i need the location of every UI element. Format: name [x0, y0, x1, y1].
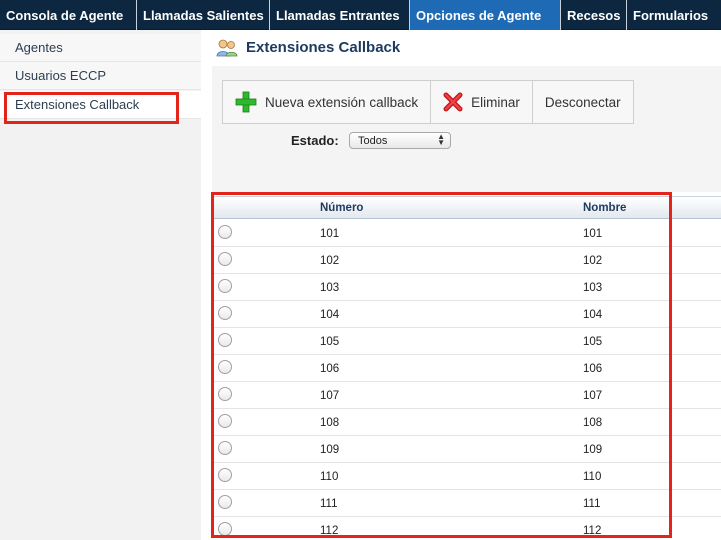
column-header-nombre: Nombre: [583, 202, 627, 214]
cell-nombre: 102: [583, 255, 603, 267]
cell-nombre: 101: [583, 228, 603, 240]
cell-nombre: 108: [583, 417, 603, 429]
disconnect-button[interactable]: Desconectar: [532, 81, 633, 123]
tab-label: Llamadas Entrantes: [276, 7, 400, 23]
row-radio[interactable]: [218, 522, 232, 536]
row-radio[interactable]: [218, 252, 232, 266]
cell-numero: 104: [320, 309, 340, 321]
table-row: 108 108: [212, 409, 721, 436]
cell-nombre: 112: [583, 525, 602, 537]
cell-numero: 105: [320, 336, 340, 348]
cell-numero: 106: [320, 363, 340, 375]
delete-button[interactable]: Eliminar: [431, 81, 533, 123]
cell-numero: 110: [320, 471, 339, 483]
table-header: Número Nombre: [212, 196, 721, 219]
tab-llamadas-salientes[interactable]: Llamadas Salientes: [137, 0, 270, 30]
plus-icon: [235, 91, 257, 113]
toolbar: Nueva extensión callback Eliminar Descon…: [222, 80, 634, 124]
delete-button-label: Eliminar: [471, 94, 520, 110]
cell-nombre: 106: [583, 363, 603, 375]
cell-numero: 109: [320, 444, 340, 456]
users-icon: [216, 39, 238, 57]
cell-numero: 108: [320, 417, 340, 429]
table-row: 112 112: [212, 517, 721, 540]
disconnect-button-label: Desconectar: [544, 94, 621, 110]
row-radio[interactable]: [218, 360, 232, 374]
table-row: 101 101: [212, 220, 721, 247]
tab-formularios[interactable]: Formularios: [627, 0, 721, 30]
table-row: 109 109: [212, 436, 721, 463]
delete-x-icon: [443, 92, 463, 112]
tab-opciones-de-agente[interactable]: Opciones de Agente: [410, 0, 561, 30]
row-radio[interactable]: [218, 387, 232, 401]
column-header-numero: Número: [320, 202, 364, 214]
state-filter-label: Estado:: [291, 133, 339, 148]
state-filter-select[interactable]: Todos ▲ ▼: [349, 132, 451, 149]
row-radio[interactable]: [218, 279, 232, 293]
cell-nombre: 111: [583, 498, 601, 510]
sidebar-item-usuarios-eccp[interactable]: Usuarios ECCP: [0, 62, 201, 90]
row-radio[interactable]: [218, 495, 232, 509]
table-row: 110 110: [212, 463, 721, 490]
cell-nombre: 109: [583, 444, 603, 456]
tab-llamadas-entrantes[interactable]: Llamadas Entrantes: [270, 0, 410, 30]
cell-nombre: 103: [583, 282, 603, 294]
sidebar-item-label: Usuarios ECCP: [15, 68, 107, 83]
cell-nombre: 107: [583, 390, 603, 402]
tab-label: Recesos: [567, 7, 621, 23]
row-radio[interactable]: [218, 333, 232, 347]
sidebar-item-label: Extensiones Callback: [15, 97, 140, 112]
sidebar-item-agentes[interactable]: Agentes: [0, 34, 201, 62]
toolbar-panel: Nueva extensión callback Eliminar Descon…: [212, 66, 721, 200]
cell-numero: 111: [320, 498, 338, 510]
tab-label: Opciones de Agente: [416, 7, 542, 23]
tab-recesos[interactable]: Recesos: [561, 0, 627, 30]
cell-numero: 103: [320, 282, 340, 294]
tab-consola-de-agente[interactable]: Consola de Agente: [0, 0, 137, 30]
cell-numero: 112: [320, 525, 339, 537]
row-radio[interactable]: [218, 441, 232, 455]
table-row: 102 102: [212, 247, 721, 274]
main-content: Extensiones Callback Nueva extensión cal…: [201, 30, 721, 540]
table-row: 111 111: [212, 490, 721, 517]
page-title: Extensiones Callback: [246, 39, 401, 56]
row-radio[interactable]: [218, 225, 232, 239]
row-radio[interactable]: [218, 468, 232, 482]
state-filter-value: Todos: [358, 134, 388, 147]
extensions-table: Número Nombre 101 101 102 102 103 103 104 10…: [212, 192, 721, 540]
sidebar-item-label: Agentes: [15, 40, 63, 55]
cell-numero: 102: [320, 255, 340, 267]
cell-numero: 107: [320, 390, 340, 402]
tab-label: Llamadas Salientes: [143, 7, 264, 23]
table-row: 106 106: [212, 355, 721, 382]
sidebar-item-extensiones-callback[interactable]: Extensiones Callback: [0, 91, 201, 119]
new-callback-extension-button[interactable]: Nueva extensión callback: [223, 81, 432, 123]
select-arrows-icon: ▲ ▼: [437, 132, 445, 147]
row-radio[interactable]: [218, 414, 232, 428]
tab-label: Formularios: [633, 7, 709, 23]
table-row: 104 104: [212, 301, 721, 328]
cell-nombre: 110: [583, 471, 602, 483]
row-radio[interactable]: [218, 306, 232, 320]
sidebar: Agentes Usuarios ECCP Extensiones Callba…: [0, 30, 201, 540]
cell-nombre: 104: [583, 309, 603, 321]
tab-label: Consola de Agente: [6, 7, 124, 23]
table-row: 103 103: [212, 274, 721, 301]
table-row: 107 107: [212, 382, 721, 409]
new-button-label: Nueva extensión callback: [265, 94, 419, 110]
cell-nombre: 105: [583, 336, 603, 348]
table-row: 105 105: [212, 328, 721, 355]
top-nav: Consola de Agente Llamadas Salientes Lla…: [0, 0, 721, 30]
cell-numero: 101: [320, 228, 340, 240]
